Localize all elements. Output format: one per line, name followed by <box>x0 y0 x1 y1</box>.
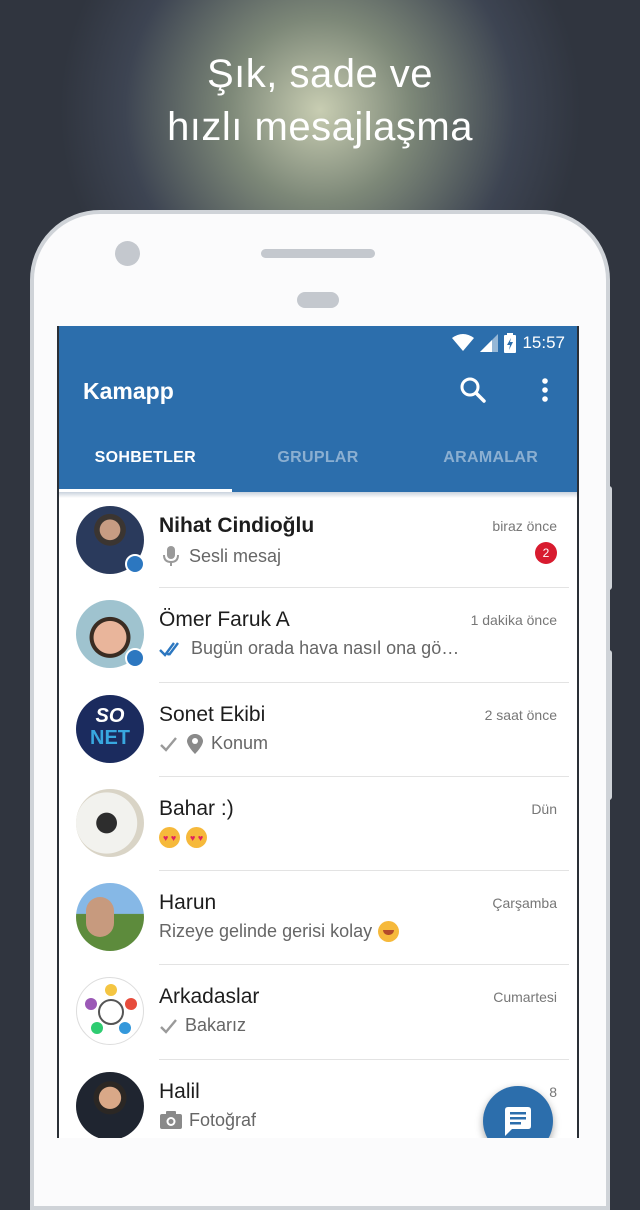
promo-line-1: Şık, sade ve <box>206 52 434 96</box>
online-indicator <box>125 648 145 669</box>
more-options-icon[interactable] <box>529 374 561 406</box>
chat-preview: Rizeye gelinde gerisi kolay <box>159 921 400 943</box>
chat-row[interactable]: Bahar :) ♥ ♥ ♥ ♥ Dün <box>59 777 577 872</box>
chat-preview: Bugün orada hava nasıl ona gö… <box>159 638 459 659</box>
message-icon <box>505 1107 531 1136</box>
chat-name: Harun <box>159 891 217 915</box>
front-camera <box>115 241 140 266</box>
chat-row[interactable]: SO NET Sonet Ekibi Konum 2 saat önce <box>59 683 577 777</box>
heart-eyes-emoji: ♥ ♥ <box>186 826 207 848</box>
heart-eyes-emoji: ♥ ♥ <box>159 826 180 848</box>
avatar <box>76 1071 144 1138</box>
tab-bar: SOHBETLER GRUPLAR ARAMALAR <box>59 436 577 492</box>
chat-row[interactable]: Ömer Faruk A Bugün orada hava nasıl ona … <box>59 588 577 683</box>
mic-icon <box>163 546 179 566</box>
location-icon <box>187 733 203 754</box>
check-icon <box>160 736 177 752</box>
chat-row[interactable]: Nihat Cindioğlu Sesli mesaj biraz önce 2 <box>59 494 577 589</box>
smile-emoji <box>378 921 400 943</box>
chat-time: 2 saat önce <box>484 706 557 723</box>
proximity-sensor <box>297 292 339 308</box>
avatar-logo-top: SO <box>95 704 125 727</box>
volume-button <box>606 650 612 800</box>
chat-message: Rizeye gelinde gerisi kolay <box>159 921 373 942</box>
chat-preview: Konum <box>159 733 268 755</box>
status-time: 15:57 <box>522 333 565 352</box>
wifi-icon <box>452 334 475 351</box>
tab-sohbetler[interactable]: SOHBETLER <box>59 436 232 492</box>
chat-time: Cumartesi <box>493 989 557 1006</box>
chat-time: biraz önce <box>492 518 557 534</box>
online-indicator <box>125 554 145 574</box>
status-bar: 15:57 <box>452 330 565 356</box>
power-button <box>606 486 612 590</box>
app-title: Kamapp <box>83 378 174 404</box>
signal-icon <box>480 334 499 352</box>
chat-preview: Sesli mesaj <box>159 544 281 568</box>
chat-preview: Fotoğraf <box>159 1110 256 1131</box>
avatar <box>76 977 144 1046</box>
chat-time: Dün <box>531 800 557 817</box>
avatar <box>76 883 144 952</box>
group-avatar-icon <box>85 984 137 1035</box>
tab-gruplar[interactable]: GRUPLAR <box>232 436 405 492</box>
chat-row[interactable]: Arkadaslar Bakarız Cumartesi <box>59 965 577 1060</box>
chat-time: Çarşamba <box>492 895 557 912</box>
promo-tagline: Şık, sade ve hızlı mesajlaşma <box>0 48 640 154</box>
chat-name: Sonet Ekibi <box>159 702 266 726</box>
avatar <box>76 788 144 857</box>
camera-icon <box>160 1111 182 1130</box>
avatar: SO NET <box>76 694 144 763</box>
chat-message: Konum <box>211 733 269 754</box>
chat-name: Nihat Cindioğlu <box>159 514 315 537</box>
chat-message: Fotoğraf <box>189 1109 257 1130</box>
chat-name: Ömer Faruk A <box>159 608 290 632</box>
new-chat-button[interactable] <box>483 1086 553 1138</box>
app-screen: 15:57 Kamapp SOHBETLER GRUPLAR ARAMALAR … <box>57 326 579 1138</box>
chat-message: Bugün orada hava nasıl ona gö… <box>191 638 460 659</box>
earpiece-speaker <box>261 249 375 258</box>
double-check-icon <box>159 642 179 657</box>
chat-preview: ♥ ♥ ♥ ♥ <box>159 826 207 848</box>
unread-badge: 2 <box>535 542 557 564</box>
chat-row[interactable]: Harun Rizeye gelinde gerisi kolay Çarşam… <box>59 871 577 966</box>
chat-name: Arkadaslar <box>159 985 260 1009</box>
tab-aramalar[interactable]: ARAMALAR <box>404 436 577 492</box>
chat-list: Nihat Cindioğlu Sesli mesaj biraz önce 2… <box>59 494 577 1138</box>
search-icon[interactable] <box>457 374 489 406</box>
promo-line-2: hızlı mesajlaşma <box>167 105 473 149</box>
battery-icon <box>504 333 517 353</box>
chat-time: 1 dakika önce <box>470 612 557 629</box>
chat-name: Bahar :) <box>159 796 234 820</box>
chat-name: Halil <box>159 1079 200 1103</box>
chat-message: Sesli mesaj <box>189 545 282 566</box>
check-icon <box>160 1019 177 1034</box>
chat-preview: Bakarız <box>159 1015 246 1036</box>
chat-message: Bakarız <box>185 1015 247 1036</box>
app-bar: 15:57 Kamapp SOHBETLER GRUPLAR ARAMALAR <box>59 326 577 492</box>
avatar-logo-bottom: NET <box>90 726 130 749</box>
